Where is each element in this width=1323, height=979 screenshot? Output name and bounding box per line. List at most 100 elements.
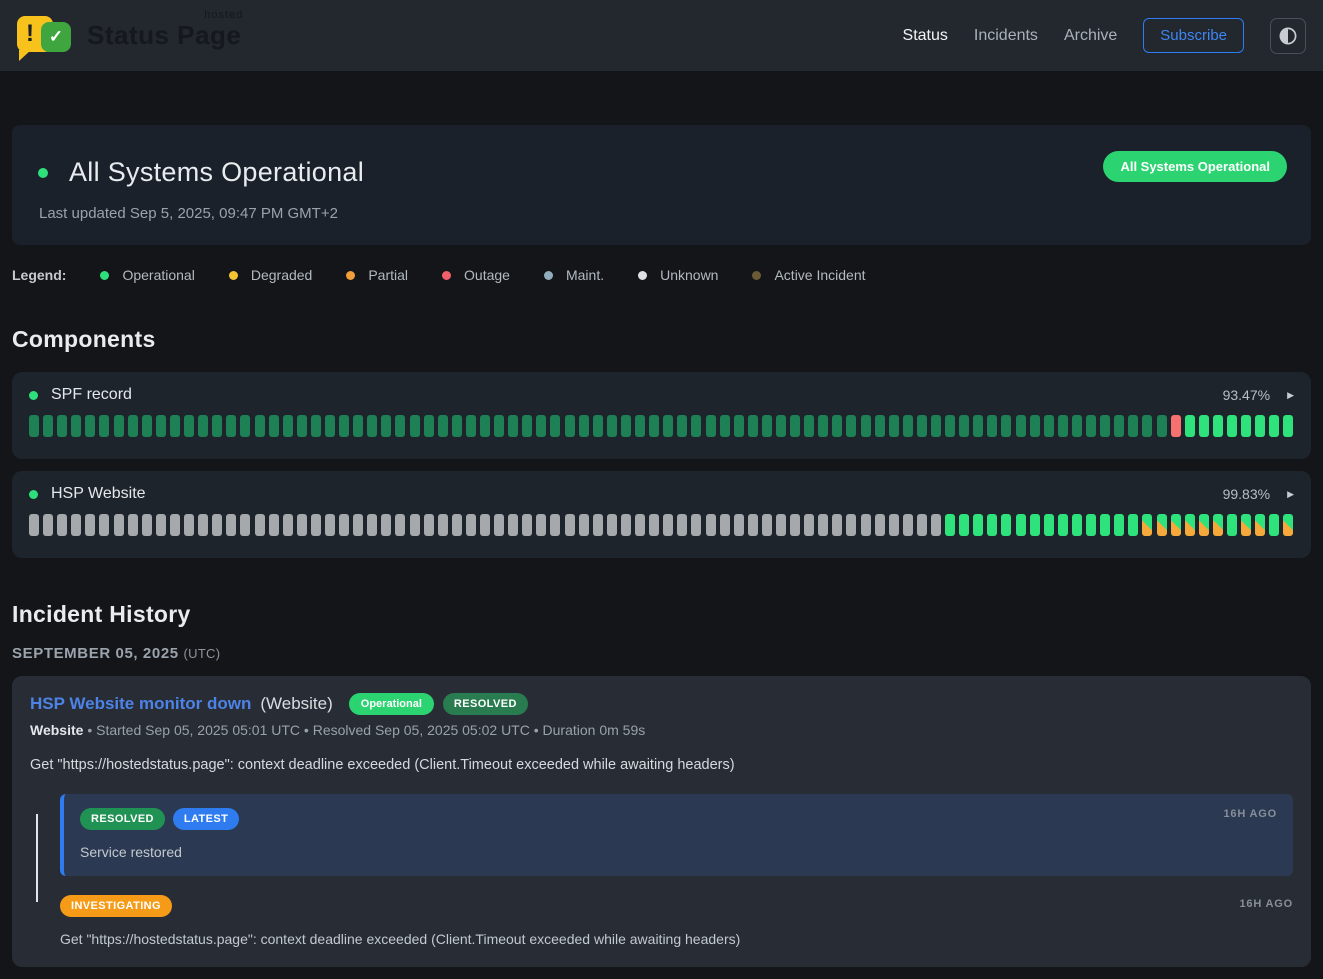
- uptime-bar: [1030, 514, 1040, 536]
- uptime-bar: [1283, 415, 1293, 437]
- uptime-bar: [1128, 415, 1138, 437]
- uptime-bar: [1241, 415, 1251, 437]
- uptime-bar: [790, 514, 800, 536]
- uptime-bar: [494, 415, 504, 437]
- uptime-bar: [1016, 514, 1026, 536]
- brand-tag: hosted: [204, 9, 243, 21]
- uptime-bar: [353, 514, 363, 536]
- uptime-bar: [508, 514, 518, 536]
- uptime-bar: [945, 415, 955, 437]
- nav-link-status[interactable]: Status: [903, 27, 948, 45]
- uptime-bar: [1072, 514, 1082, 536]
- incident-timeline: RESOLVEDLATEST16H AGOService restored INV…: [30, 794, 1293, 947]
- uptime-bar: [945, 514, 955, 536]
- incident-meta: Website • Started Sep 05, 2025 05:01 UTC…: [30, 722, 1293, 738]
- uptime-bar: [480, 514, 490, 536]
- uptime-bar: [875, 415, 885, 437]
- incident-title-link[interactable]: HSP Website monitor down: [30, 694, 251, 714]
- subscribe-button[interactable]: Subscribe: [1143, 18, 1244, 53]
- header: ! ✓ hosted Status Page Status Incidents Ar…: [0, 0, 1323, 71]
- uptime-bar: [579, 415, 589, 437]
- timeline-dot-column: [30, 794, 44, 876]
- uptime-bar: [1199, 415, 1209, 437]
- uptime-bar: [832, 415, 842, 437]
- uptime-bar: [269, 514, 279, 536]
- uptime-bar: [114, 514, 124, 536]
- uptime-bar: [1199, 514, 1209, 536]
- uptime-bar: [99, 415, 109, 437]
- component-header-row: HSP Website99.83%▶: [29, 485, 1294, 503]
- uptime-bar: [43, 514, 53, 536]
- incident-update-row: RESOLVEDLATEST16H AGOService restored: [30, 794, 1293, 876]
- uptime-bar: [550, 415, 560, 437]
- uptime-bar: [339, 514, 349, 536]
- uptime-bar: [311, 514, 321, 536]
- update-message: Service restored: [80, 844, 1277, 860]
- uptime-bar: [395, 514, 405, 536]
- uptime-bar: [973, 415, 983, 437]
- uptime-bar: [184, 415, 194, 437]
- uptime-bar: [212, 415, 222, 437]
- uptime-bar: [691, 514, 701, 536]
- uptime-bar: [1001, 514, 1011, 536]
- incident-update-row: INVESTIGATING16H AGOGet "https://hosteds…: [30, 892, 1293, 947]
- theme-toggle-button[interactable]: [1270, 18, 1306, 54]
- component-name: SPF record: [51, 386, 132, 404]
- uptime-bar: [410, 514, 420, 536]
- uptime-bar: [1227, 514, 1237, 536]
- uptime-bar: [536, 514, 546, 536]
- contrast-icon: [1278, 26, 1298, 46]
- component-card: HSP Website99.83%▶: [12, 471, 1311, 558]
- overall-status-banner: All Systems Operational Last updated Sep…: [12, 125, 1311, 245]
- uptime-bar: [156, 514, 166, 536]
- uptime-bar: [297, 514, 307, 536]
- component-header-right: 99.83%▶: [1223, 486, 1294, 502]
- overall-status-title: All Systems Operational: [69, 157, 364, 188]
- uptime-bar: [99, 514, 109, 536]
- uptime-bar: [621, 514, 631, 536]
- nav-link-archive[interactable]: Archive: [1064, 27, 1117, 45]
- uptime-bar: [452, 514, 462, 536]
- uptime-bar: [565, 415, 575, 437]
- uptime-bar: [818, 415, 828, 437]
- incident-history-heading: Incident History: [12, 601, 1311, 628]
- uptime-bar: [1157, 415, 1167, 437]
- brand-logo[interactable]: ! ✓ hosted Status Page: [17, 13, 241, 59]
- update-message: Get "https://hostedstatus.page": context…: [60, 931, 1293, 947]
- uptime-bar: [691, 415, 701, 437]
- chevron-right-icon[interactable]: ▶: [1287, 390, 1294, 401]
- nav-link-incidents[interactable]: Incidents: [974, 27, 1038, 45]
- uptime-bar: [29, 514, 39, 536]
- timezone-label: (UTC): [184, 646, 221, 661]
- uptime-bar: [156, 415, 166, 437]
- uptime-bar: [1255, 415, 1265, 437]
- components-list: SPF record 93.47%▶ HSP Website99.83%▶: [12, 372, 1311, 558]
- uptime-bar: [649, 415, 659, 437]
- uptime-bar: [1283, 514, 1293, 536]
- status-legend: Legend: OperationalDegradedPartialOutage…: [12, 267, 1311, 283]
- uptime-bar: [395, 415, 405, 437]
- update-badge-row: INVESTIGATING: [60, 895, 1293, 917]
- uptime-bar: [1142, 514, 1152, 536]
- incident-date-heading: SEPTEMBER 05, 2025 (UTC): [12, 645, 1311, 662]
- uptime-bar: [875, 514, 885, 536]
- uptime-bar: [832, 514, 842, 536]
- component-header-right: 93.47%▶: [1223, 387, 1294, 403]
- uptime-bar: [762, 415, 772, 437]
- uptime-bar: [663, 514, 673, 536]
- uptime-bar: [325, 415, 335, 437]
- uptime-bar: [917, 514, 927, 536]
- uptime-bars: [29, 514, 1294, 536]
- uptime-bar: [466, 415, 476, 437]
- incident-description: Get "https://hostedstatus.page": context…: [30, 757, 1293, 773]
- uptime-bar: [748, 415, 758, 437]
- uptime-bar: [381, 514, 391, 536]
- uptime-bar: [170, 415, 180, 437]
- component-header-row: SPF record 93.47%▶: [29, 386, 1294, 404]
- uptime-bar: [1044, 514, 1054, 536]
- uptime-bar: [607, 415, 617, 437]
- uptime-bar: [677, 415, 687, 437]
- uptime-bar: [1171, 514, 1181, 536]
- uptime-bar: [987, 415, 997, 437]
- chevron-right-icon[interactable]: ▶: [1287, 489, 1294, 500]
